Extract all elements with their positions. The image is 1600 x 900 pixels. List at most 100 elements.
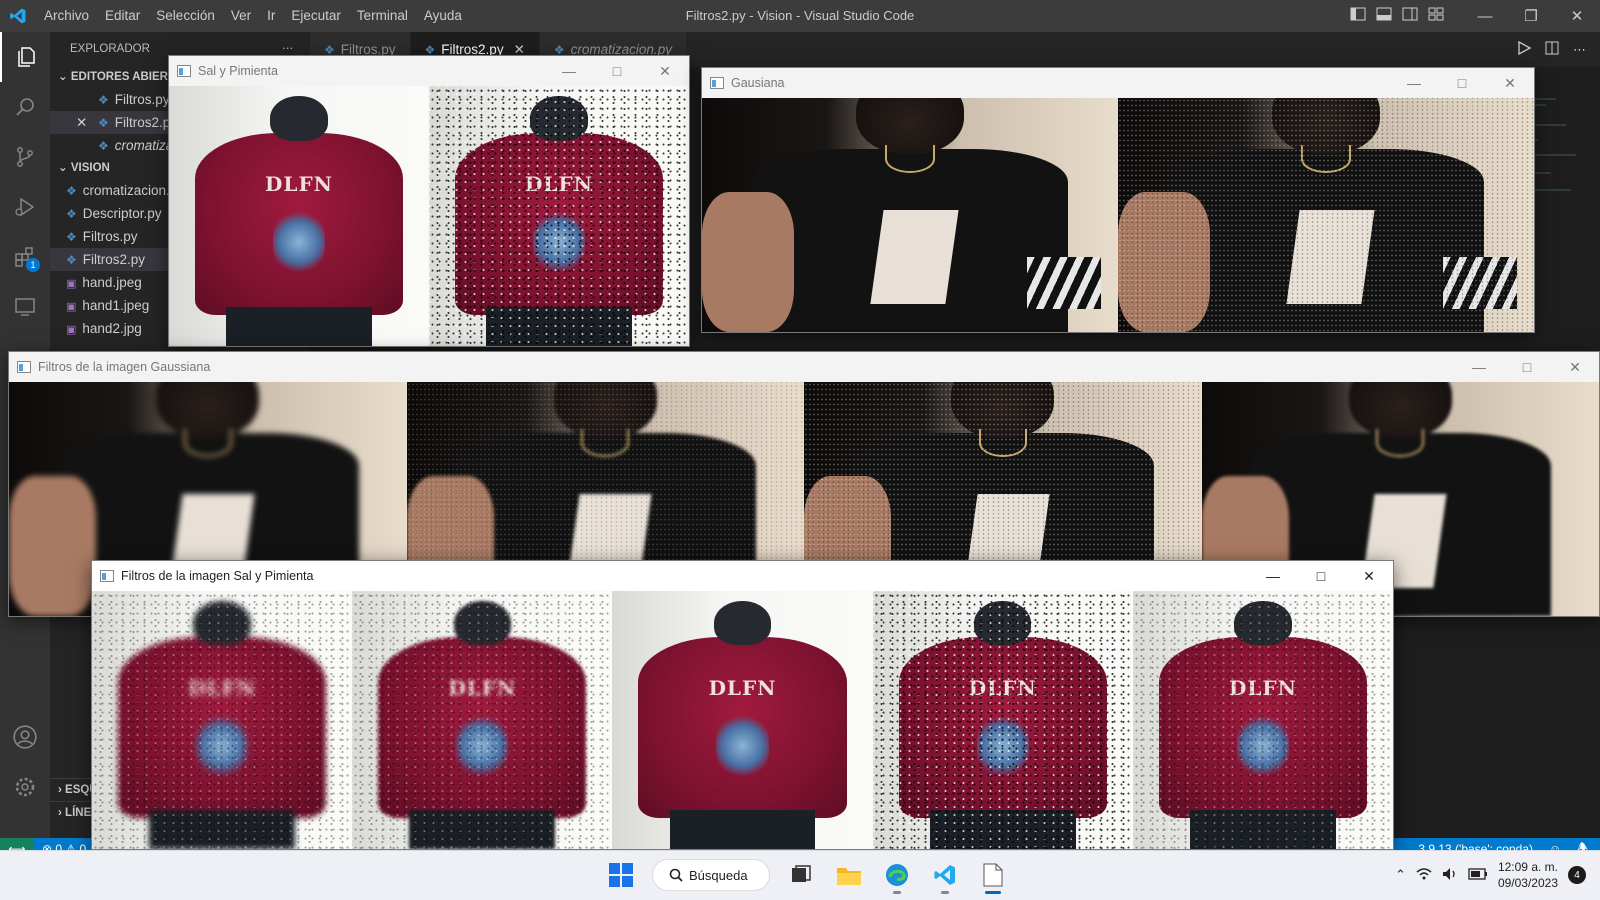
window-controls: — □ ✕ <box>1390 68 1534 98</box>
python-file-icon: ❖ <box>66 230 77 244</box>
menu-ver[interactable]: Ver <box>223 0 259 32</box>
filtered-image-4: DLFN <box>872 591 1133 849</box>
gaussian-noise-image <box>1118 98 1534 332</box>
window-titlebar[interactable]: Filtros de la imagen Gaussiana — □ ✕ <box>9 352 1599 382</box>
battery-icon[interactable] <box>1468 867 1488 883</box>
menu-ayuda[interactable]: Ayuda <box>416 0 470 32</box>
python-window-icon[interactable] <box>976 858 1010 894</box>
original-image: DLFN <box>169 86 429 346</box>
chevron-down-icon: ⌄ <box>58 162 68 174</box>
file-label: Descriptor.py <box>82 206 162 221</box>
task-view-icon[interactable] <box>784 858 818 892</box>
chevron-down-icon: ⌄ <box>58 71 68 83</box>
image-panels <box>702 98 1534 332</box>
python-file-icon: ❖ <box>98 139 109 153</box>
more-actions-icon[interactable]: ⋯ <box>1573 42 1586 58</box>
menu-archivo[interactable]: Archivo <box>36 0 97 32</box>
notification-count-badge[interactable]: 4 <box>1568 866 1586 884</box>
app-window-icon <box>100 570 114 582</box>
maximize-button[interactable]: □ <box>1438 68 1486 98</box>
file-label: Filtros.py <box>82 229 138 244</box>
maximize-button[interactable]: □ <box>593 56 641 86</box>
chevron-right-icon: › <box>58 784 62 796</box>
accounts-icon[interactable] <box>0 712 50 762</box>
window-titlebar[interactable]: Filtros de la imagen Sal y Pimienta — □ … <box>92 561 1393 591</box>
vscode-logo-icon <box>0 0 36 32</box>
editor-actions: ⋯ <box>1517 32 1586 67</box>
sal-pimienta-window[interactable]: Sal y Pimienta — □ ✕ DLFN DLFN <box>168 55 690 347</box>
maximize-button[interactable]: □ <box>1503 352 1551 382</box>
image-file-icon: ▣ <box>66 324 77 336</box>
menu-ejecutar[interactable]: Ejecutar <box>283 0 349 32</box>
file-explorer-icon[interactable] <box>832 858 866 892</box>
file-label: Filtros2.py <box>82 252 146 267</box>
clock[interactable]: 12:09 a. m. 09/03/2023 <box>1498 859 1558 891</box>
maximize-button[interactable]: □ <box>1297 561 1345 591</box>
volume-icon[interactable] <box>1442 867 1458 884</box>
run-python-icon[interactable] <box>1517 40 1532 58</box>
taskbar-search[interactable]: Búsqueda <box>652 859 770 891</box>
window-controls: — □ ✕ <box>1455 352 1599 382</box>
source-control-icon[interactable] <box>0 132 50 182</box>
image-panels: DLFN DLFN DLFN DLFN DLFN <box>92 591 1393 849</box>
app-window-icon <box>710 77 724 89</box>
vscode-taskbar-icon[interactable] <box>928 858 962 894</box>
taskbar: Búsqueda ⌃ 12:09 a. m. 09/03/2023 4 <box>0 850 1600 900</box>
title-bar: Archivo Editar Selección Ver Ir Ejecutar… <box>0 0 1600 32</box>
menu-editar[interactable]: Editar <box>97 0 148 32</box>
search-icon[interactable] <box>0 82 50 132</box>
window-title: Sal y Pimienta <box>198 64 278 78</box>
salt-pepper-noise-image: DLFN <box>429 86 689 346</box>
windows-start-icon[interactable] <box>604 858 638 892</box>
gausiana-window[interactable]: Gausiana — □ ✕ <box>701 67 1535 333</box>
app-window-icon <box>177 65 191 77</box>
toggle-panel-icon[interactable] <box>1376 6 1394 24</box>
close-button[interactable]: ✕ <box>1345 561 1393 591</box>
edge-browser-icon[interactable] <box>880 858 914 894</box>
split-editor-icon[interactable] <box>1545 41 1559 58</box>
system-tray: ⌃ 12:09 a. m. 09/03/2023 4 <box>1395 859 1586 891</box>
filtered-image-2: DLFN <box>352 591 613 849</box>
filtered-image-3: DLFN <box>612 591 873 849</box>
filtros-sal-pimienta-window[interactable]: Filtros de la imagen Sal y Pimienta — □ … <box>91 560 1394 850</box>
explorer-icon[interactable] <box>0 32 50 82</box>
menu-ir[interactable]: Ir <box>259 0 283 32</box>
window-titlebar[interactable]: Sal y Pimienta — □ ✕ <box>169 56 689 86</box>
manage-gear-icon[interactable] <box>0 762 50 812</box>
file-label: hand2.jpg <box>82 321 142 336</box>
restore-button[interactable]: ❐ <box>1508 0 1554 32</box>
show-hidden-icons-chevron-icon[interactable]: ⌃ <box>1395 867 1406 883</box>
close-button[interactable]: ✕ <box>1486 68 1534 98</box>
toggle-primary-sidebar-icon[interactable] <box>1350 6 1368 24</box>
menu-terminal[interactable]: Terminal <box>349 0 416 32</box>
minimize-button[interactable]: — <box>1462 0 1508 32</box>
open-editor-label: Filtros.py <box>114 92 170 107</box>
python-file-icon: ❖ <box>98 116 109 130</box>
run-debug-icon[interactable] <box>0 182 50 232</box>
image-file-icon: ▣ <box>66 301 77 313</box>
filtered-image-1: DLFN <box>92 591 353 849</box>
close-button[interactable]: ✕ <box>1554 0 1600 32</box>
toggle-secondary-sidebar-icon[interactable] <box>1402 6 1420 24</box>
app-window-icon <box>17 361 31 373</box>
remote-explorer-icon[interactable] <box>0 282 50 332</box>
taskbar-apps: Búsqueda <box>604 858 1010 894</box>
minimize-button[interactable]: — <box>1390 68 1438 98</box>
minimize-button[interactable]: — <box>1455 352 1503 382</box>
menu-seleccion[interactable]: Selección <box>148 0 223 32</box>
close-button[interactable]: ✕ <box>1551 352 1599 382</box>
window-controls: — □ ✕ <box>545 56 689 86</box>
window-controls: — ❐ ✕ <box>1462 0 1600 32</box>
close-button[interactable]: ✕ <box>641 56 689 86</box>
customize-layout-icon[interactable] <box>1428 6 1446 24</box>
search-icon <box>669 868 683 882</box>
window-title: Gausiana <box>731 76 785 90</box>
minimize-button[interactable]: — <box>545 56 593 86</box>
wifi-icon[interactable] <box>1416 867 1432 884</box>
explorer-title: EXPLORADOR <box>70 43 150 55</box>
close-editor-icon[interactable]: ✕ <box>76 111 87 134</box>
chevron-right-icon: › <box>58 807 62 819</box>
window-titlebar[interactable]: Gausiana — □ ✕ <box>702 68 1534 98</box>
extensions-icon[interactable]: 1 <box>0 232 50 282</box>
minimize-button[interactable]: — <box>1249 561 1297 591</box>
